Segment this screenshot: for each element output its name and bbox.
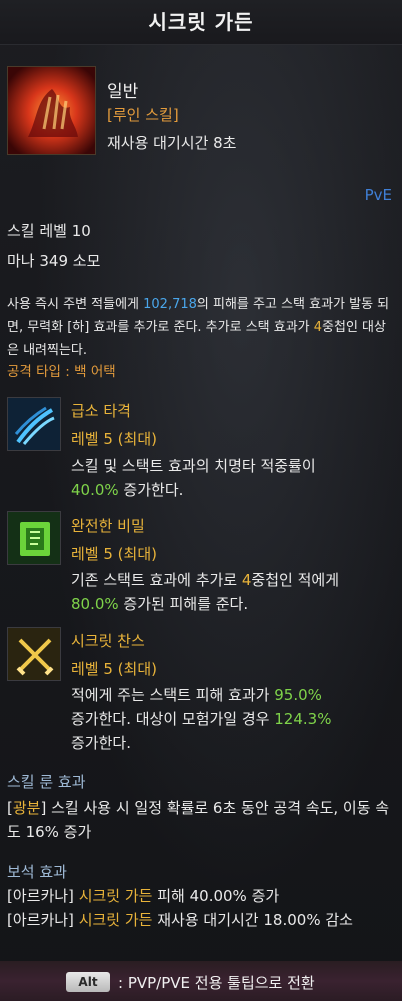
skill-level: 스킬 레벨 10	[7, 222, 91, 240]
desc-line: 적에게 주는 스택트 피해 효과가 95.0%	[71, 683, 391, 707]
tripod-name: 완전한 비밀	[71, 517, 145, 535]
mana-cost: 마나 349 소모	[7, 252, 101, 270]
desc-text: 사용 즉시 주변 적들에게	[7, 297, 144, 312]
gem-type: [아르카나]	[7, 911, 79, 929]
desc-text: 증가한다.	[71, 734, 131, 752]
skill-cooldown: 재사용 대기시간 8초	[107, 134, 237, 152]
rune-name: 광분	[12, 799, 41, 817]
skill-type-label: [루인 스킬]	[107, 106, 179, 124]
green-book-icon	[7, 511, 61, 565]
gem-effect: 피해 40.00% 증가	[152, 887, 280, 905]
damage-value: 102,718	[143, 297, 197, 312]
claw-slash-icon	[7, 397, 61, 451]
gem-effect-title: 보석 효과	[7, 863, 67, 881]
desc-line: 증가한다. 대상이 모험가일 경우 124.3%	[71, 707, 391, 731]
desc-text: 적에게 주는 스택트 피해 효과가	[71, 686, 275, 704]
desc-line: 40.0% 증가한다.	[71, 478, 391, 502]
desc-text: 스킬 사용 시 일정 확률로 6초 동안 공격 속도, 이동 속도 16% 증가	[7, 799, 390, 841]
footer-hint: : PVP/PVE 전용 툴팁으로 전환	[118, 974, 315, 992]
stack-count: 4	[313, 320, 323, 335]
alt-key-badge: Alt	[66, 972, 110, 992]
rune-effect-text: [광분] 스킬 사용 시 일정 확률로 6초 동안 공격 속도, 이동 속도 1…	[7, 796, 397, 844]
stack-count: 4	[241, 571, 252, 589]
skill-description: 사용 즉시 주변 적들에게 102,718의 피해를 주고 스택 효과가 발동 …	[7, 293, 395, 362]
desc-text: 증가한다.	[118, 481, 184, 499]
tripod-level: 레벨 5 (최대)	[71, 545, 157, 563]
tripod-description: 기존 스택트 효과에 추가로 4중첩인 적에게 80.0% 증가된 피해를 준다…	[71, 568, 391, 616]
tripod-description: 적에게 주는 스택트 피해 효과가 95.0% 증가한다. 대상이 모험가일 경…	[71, 683, 391, 755]
tripod-value: 95.0%	[274, 686, 322, 704]
desc-line: 기존 스택트 효과에 추가로 4중첩인 적에게	[71, 568, 391, 592]
gem-effect-line: [아르카나] 시크릿 가든 재사용 대기시간 18.00% 감소	[7, 908, 397, 932]
desc-text: 증가한다. 대상이 모험가일 경우	[71, 710, 275, 728]
tooltip-title: 시크릿 가든	[0, 0, 402, 45]
desc-text: 중첩인 적에게	[251, 571, 339, 589]
gem-skill-name: 시크릿 가든	[78, 887, 153, 905]
desc-text: 스킬 및 스택트 효과의 치명타 적중률이	[71, 457, 316, 475]
secret-garden-skill-icon	[7, 66, 96, 155]
desc-text: 증가된 피해를 준다.	[118, 595, 249, 613]
mode-badge: PvE	[364, 186, 392, 204]
tripod-name: 시크릿 찬스	[71, 632, 145, 650]
gem-effect: 재사용 대기시간 18.00% 감소	[152, 911, 353, 929]
attack-type: 공격 타입 : 백 어택	[7, 364, 116, 380]
tripod-value: 40.0%	[71, 481, 119, 499]
desc-line: 80.0% 증가된 피해를 준다.	[71, 592, 391, 616]
gem-type: [아르카나]	[7, 887, 79, 905]
gem-skill-name: 시크릿 가든	[78, 911, 153, 929]
tripod-value: 80.0%	[71, 595, 119, 613]
tripod-name: 급소 타격	[71, 402, 131, 420]
gem-effect-line: [아르카나] 시크릿 가든 피해 40.00% 증가	[7, 884, 397, 908]
crossed-swords-icon	[7, 627, 61, 681]
tripod-description: 스킬 및 스택트 효과의 치명타 적중률이 40.0% 증가한다.	[71, 454, 391, 502]
tripod-value: 124.3%	[274, 710, 332, 728]
tripod-level: 레벨 5 (최대)	[71, 660, 157, 678]
rune-effect-title: 스킬 룬 효과	[7, 773, 86, 791]
skill-grade: 일반	[107, 82, 139, 102]
tripod-level: 레벨 5 (최대)	[71, 430, 157, 448]
skill-tooltip: 시크릿 가든 일반 [루인 스킬] 재사용 대기시간 8초 PvE 스킬 레벨 …	[0, 0, 402, 1001]
desc-text: 기존 스택트 효과에 추가로	[71, 571, 242, 589]
